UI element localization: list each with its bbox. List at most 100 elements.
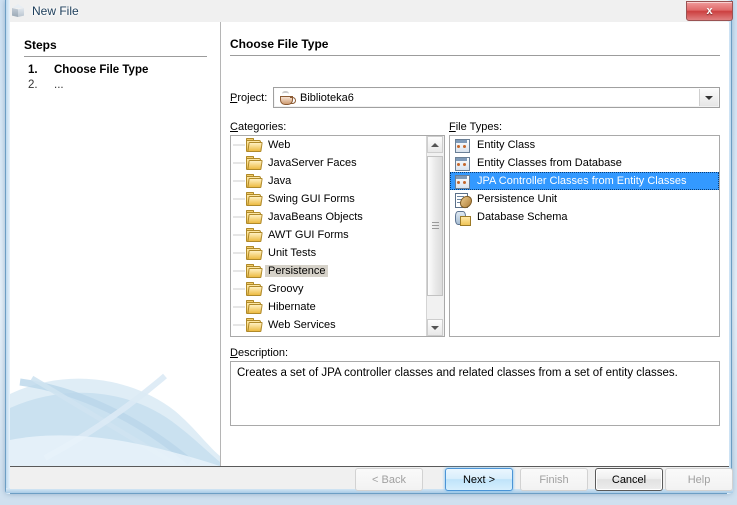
list-item[interactable]: Database Schema — [450, 208, 719, 226]
list-item-label: Database Schema — [477, 211, 568, 223]
cancel-button[interactable]: Cancel — [595, 468, 663, 491]
project-label: Project: — [230, 92, 268, 104]
folder-icon — [245, 300, 263, 314]
chevron-down-icon[interactable] — [699, 89, 718, 106]
list-item[interactable]: JavaServer Faces — [231, 154, 427, 172]
tree-connector-icon — [233, 298, 245, 316]
list-item[interactable]: Persistence Unit — [450, 190, 719, 209]
content-panel: Choose File Type Project: Biblioteka6 Ca… — [220, 22, 729, 466]
step-1-number: 1. — [28, 64, 38, 76]
folder-icon — [245, 282, 263, 296]
list-item-label: Persistence — [265, 265, 329, 277]
categories-label: Categories: — [230, 121, 287, 133]
folder-icon — [245, 174, 263, 188]
list-item-label: Hibernate — [268, 301, 316, 313]
tree-connector-icon — [233, 154, 245, 172]
tree-connector-icon — [233, 136, 245, 154]
step-item-1: 1. Choose File Type — [28, 64, 148, 76]
help-button[interactable]: Help — [665, 468, 733, 491]
tree-connector-icon — [233, 280, 245, 298]
page-title-divider — [230, 55, 720, 56]
list-item[interactable]: Web Services — [231, 316, 427, 334]
list-item-label: Swing GUI Forms — [268, 193, 355, 205]
folder-icon — [245, 318, 263, 332]
list-item-label: JavaServer Faces — [268, 157, 357, 169]
folder-icon — [245, 264, 263, 278]
list-item-label: Persistence Unit — [477, 193, 558, 205]
list-item[interactable]: Unit Tests — [231, 244, 427, 262]
tree-connector-icon — [233, 316, 245, 334]
list-item[interactable]: Groovy — [231, 280, 427, 298]
project-combobox-value: Biblioteka6 — [300, 91, 354, 104]
finish-button[interactable]: Finish — [520, 468, 588, 491]
file-types-label: File Types: — [449, 121, 503, 133]
list-item[interactable]: JavaBeans Objects — [231, 208, 427, 226]
list-item[interactable]: Web — [231, 136, 427, 154]
scroll-up-button[interactable] — [427, 136, 443, 153]
list-item[interactable]: AWT GUI Forms — [231, 226, 427, 244]
list-item[interactable]: Swing GUI Forms — [231, 190, 427, 208]
list-item-label: Entity Classes from Database — [477, 157, 622, 169]
tree-connector-icon — [233, 190, 245, 208]
categories-list-items: Web JavaServer Faces Java Swing GUI Form… — [231, 136, 427, 336]
entity-class-icon — [454, 174, 470, 189]
back-button[interactable]: < Back — [355, 468, 423, 491]
new-file-dialog: Steps 1. Choose File Type 2. ... Choose … — [5, 0, 733, 494]
list-item[interactable]: Entity Class — [450, 136, 719, 154]
dialog-button-bar: < Back Next > Finish Cancel Help — [10, 468, 733, 491]
list-item-selected[interactable]: JPA Controller Classes from Entity Class… — [450, 172, 719, 190]
project-combobox[interactable]: Biblioteka6 — [273, 87, 720, 108]
dialog-body: Steps 1. Choose File Type 2. ... Choose … — [10, 22, 729, 467]
step-item-2: 2. ... — [28, 79, 64, 91]
scrollbar-thumb[interactable] — [427, 156, 443, 296]
steps-divider — [24, 56, 207, 57]
folder-icon — [245, 228, 263, 242]
close-icon: x — [706, 4, 713, 17]
wizard-swoosh-graphic — [10, 373, 220, 466]
entity-class-icon — [454, 156, 470, 171]
tree-connector-icon — [233, 226, 245, 244]
list-item-label: AWT GUI Forms — [268, 229, 349, 241]
list-item[interactable]: Java — [231, 172, 427, 190]
project-combobox-value-area: Biblioteka6 — [275, 89, 699, 106]
window-title: New File — [32, 4, 79, 18]
next-button[interactable]: Next > — [445, 468, 513, 491]
list-item-label: Groovy — [268, 283, 304, 295]
file-types-list-items: Entity Class Entity Classes from Databas… — [450, 136, 719, 336]
file-types-list[interactable]: Entity Class Entity Classes from Databas… — [449, 135, 720, 337]
steps-heading: Steps — [24, 38, 57, 52]
tree-connector-icon — [233, 244, 245, 262]
folder-icon — [245, 156, 263, 170]
list-item[interactable]: Entity Classes from Database — [450, 154, 719, 172]
tree-connector-icon — [233, 172, 245, 190]
folder-icon — [245, 210, 263, 224]
folder-icon — [245, 246, 263, 260]
list-item-label: Java — [268, 175, 292, 187]
list-item-label: Web — [268, 139, 291, 151]
categories-scrollbar[interactable] — [426, 136, 444, 336]
description-box: Creates a set of JPA controller classes … — [230, 361, 720, 426]
list-item-label: JavaBeans Objects — [268, 211, 363, 223]
scroll-down-button[interactable] — [427, 319, 443, 336]
steps-panel: Steps 1. Choose File Type 2. ... — [10, 22, 220, 466]
step-2-number: 2. — [28, 79, 38, 91]
tree-connector-icon — [233, 208, 245, 226]
database-schema-icon — [454, 210, 471, 226]
list-item-selected[interactable]: Persistence — [231, 262, 427, 280]
list-item-label: Entity Class — [477, 139, 536, 151]
list-item[interactable]: Hibernate — [231, 298, 427, 316]
step-2-label: ... — [54, 79, 64, 91]
java-coffee-cup-icon — [279, 90, 296, 105]
close-button[interactable]: x — [686, 1, 733, 21]
list-item-label: Web Services — [268, 319, 336, 331]
title-bar[interactable]: New File x — [0, 0, 737, 22]
step-1-label: Choose File Type — [54, 64, 149, 76]
categories-list[interactable]: Web JavaServer Faces Java Swing GUI Form… — [230, 135, 445, 337]
page-title: Choose File Type — [230, 37, 329, 51]
description-label: Description: — [230, 347, 289, 359]
list-item-label: Unit Tests — [268, 247, 317, 259]
cube-icon — [10, 3, 26, 19]
folder-icon — [245, 138, 263, 152]
tree-connector-icon — [233, 262, 245, 280]
entity-class-icon — [454, 138, 470, 153]
